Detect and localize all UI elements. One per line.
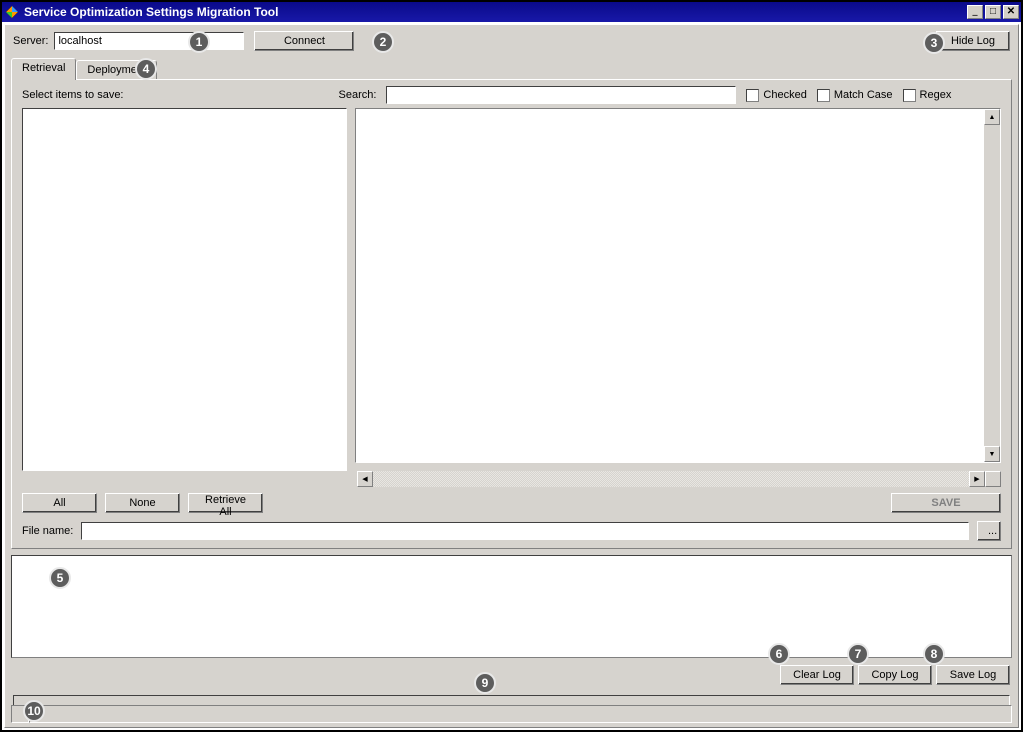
- title-bar: Service Optimization Settings Migration …: [2, 2, 1021, 22]
- maximize-button[interactable]: □: [985, 5, 1001, 19]
- minimize-button[interactable]: _: [967, 5, 983, 19]
- checked-label: Checked: [763, 89, 806, 101]
- save-log-button[interactable]: Save Log: [936, 665, 1010, 685]
- retrieve-all-button[interactable]: Retrieve All: [188, 493, 263, 513]
- file-name-label: File name:: [22, 525, 73, 537]
- scroll-down-icon[interactable]: ▼: [984, 446, 1000, 462]
- all-button[interactable]: All: [22, 493, 97, 513]
- regex-label: Regex: [920, 89, 952, 101]
- scroll-right-icon[interactable]: ▶: [969, 471, 985, 487]
- none-button[interactable]: None: [105, 493, 180, 513]
- log-panel[interactable]: [11, 555, 1012, 658]
- vertical-scrollbar[interactable]: ▲ ▼: [984, 109, 1000, 462]
- app-icon: [4, 4, 20, 20]
- scroll-left-icon[interactable]: ◀: [357, 471, 373, 487]
- tab-retrieval[interactable]: Retrieval: [11, 58, 76, 80]
- match-case-checkbox[interactable]: [817, 89, 830, 102]
- close-button[interactable]: ✕: [1003, 5, 1019, 19]
- browse-button[interactable]: ...: [977, 521, 1001, 541]
- match-case-label: Match Case: [834, 89, 893, 101]
- scroll-corner: [985, 471, 1001, 487]
- regex-checkbox[interactable]: [903, 89, 916, 102]
- retrieval-panel: Select items to save: Search: Checked Ma…: [11, 79, 1012, 549]
- file-name-input[interactable]: [81, 522, 969, 540]
- details-pane[interactable]: ▲ ▼: [355, 108, 1001, 463]
- checked-checkbox[interactable]: [746, 89, 759, 102]
- horizontal-scrollbar[interactable]: ◀ ▶: [357, 471, 985, 487]
- save-button[interactable]: SAVE: [891, 493, 1001, 513]
- scroll-up-icon[interactable]: ▲: [984, 109, 1000, 125]
- hide-log-button[interactable]: Hide Log: [936, 31, 1010, 51]
- server-input[interactable]: [54, 32, 244, 50]
- items-list[interactable]: [22, 108, 347, 471]
- copy-log-button[interactable]: Copy Log: [858, 665, 932, 685]
- search-label: Search:: [339, 89, 377, 101]
- select-items-label: Select items to save:: [22, 89, 124, 101]
- tab-deployment[interactable]: Deployment: [76, 60, 157, 80]
- server-label: Server:: [13, 35, 48, 47]
- clear-log-button[interactable]: Clear Log: [780, 665, 854, 685]
- window-title: Service Optimization Settings Migration …: [24, 5, 965, 19]
- status-bar: [11, 705, 1012, 723]
- search-input[interactable]: [386, 86, 736, 104]
- connect-button[interactable]: Connect: [254, 31, 354, 51]
